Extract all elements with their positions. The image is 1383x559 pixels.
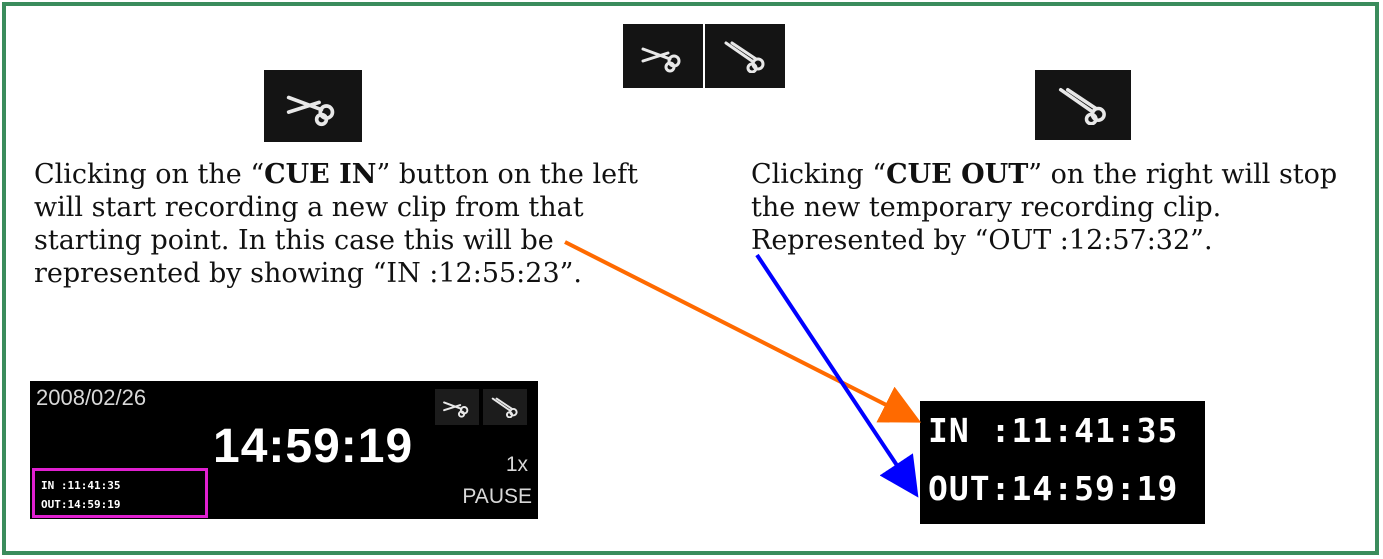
cue-out-label: CUE OUT <box>886 159 1029 190</box>
scissors-cue-in-icon <box>641 47 681 73</box>
in-timecode-large: IN :11:41:35 <box>928 411 1179 450</box>
playback-status: PAUSE <box>462 485 532 508</box>
scissors-cue-out-icon <box>724 41 765 73</box>
cue-out-description: Clicking “CUE OUT” on the right will sto… <box>751 158 1351 257</box>
timecode-zoom: IN :11:41:35 OUT:14:59:19 <box>920 401 1205 524</box>
cue-out-mini-button[interactable] <box>483 389 527 425</box>
out-timecode-large: OUT:14:59:19 <box>928 469 1179 508</box>
scissors-cue-in-icon <box>443 401 469 418</box>
cue-out-text-prefix: Clicking “ <box>751 159 887 190</box>
player-status-panel: 2008/02/26 14:59:19 1x PAUSE IN :11:41:3… <box>30 381 538 519</box>
playback-speed: 1x <box>505 453 528 476</box>
cue-out-button[interactable] <box>1035 70 1131 140</box>
cue-in-label: CUE IN <box>264 159 377 190</box>
cue-in-button-top[interactable] <box>623 24 703 88</box>
cue-in-description: Clicking on the “CUE IN” button on the l… <box>34 158 694 290</box>
cue-in-text-prefix: Clicking on the “ <box>34 159 265 190</box>
scissors-cue-out-icon <box>1058 87 1106 125</box>
scissors-cue-in-icon <box>286 95 335 127</box>
playback-time: 14:59:19 <box>213 420 414 473</box>
in-timecode-small: IN :11:41:35 <box>41 479 121 492</box>
cue-in-button[interactable] <box>264 70 362 142</box>
date-display: 2008/02/26 <box>36 385 147 410</box>
out-timecode-small: OUT:14:59:19 <box>41 498 121 511</box>
cue-in-mini-button[interactable] <box>435 389 479 425</box>
cue-out-button-top[interactable] <box>705 24 785 88</box>
scissors-cue-out-icon <box>491 397 518 418</box>
cue-timecode-highlight: IN :11:41:35 OUT:14:59:19 <box>32 468 208 518</box>
